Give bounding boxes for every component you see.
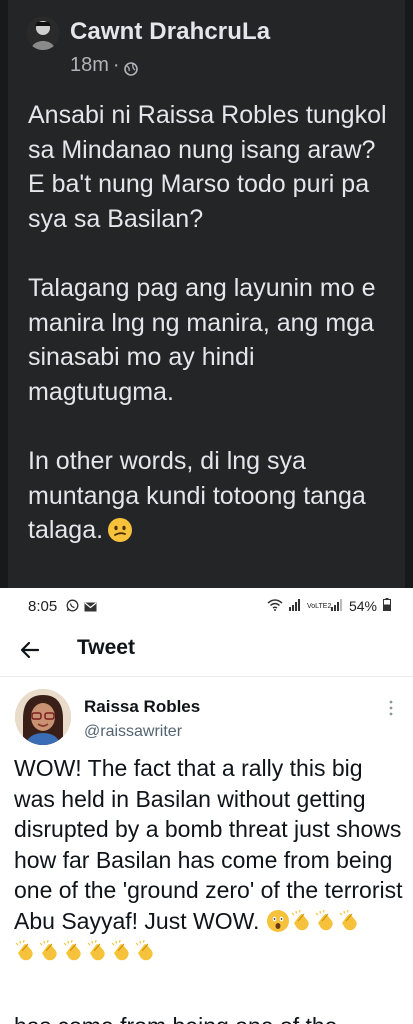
clapping-hands-icon [38, 939, 62, 963]
back-arrow-icon[interactable] [18, 638, 42, 662]
meta-separator: · [112, 54, 120, 76]
battery-level: 54% [348, 598, 377, 614]
clapping-hands-icon [110, 939, 134, 963]
tweet-text-content: WOW! The fact that a rally this big was … [14, 755, 403, 934]
tweet-text-overflow: has come from being one of the [14, 1011, 413, 1024]
facebook-post: Cawnt DrahcruLa 18m · Ansabi ni Raissa R… [0, 0, 413, 588]
page-title: Tweet [77, 636, 135, 659]
post-paragraph: In other words, di lng sya muntanga kund… [28, 444, 398, 548]
post-paragraph-text: In other words, di lng sya muntanga kund… [28, 446, 366, 545]
tweet-author-handle[interactable]: @raissawriter [84, 723, 182, 741]
globe-icon [123, 59, 138, 76]
clapping-hands-icon [290, 909, 314, 933]
whatsapp-icon [66, 599, 79, 617]
post-paragraph: Ansabi ni Raissa Robles tungkol sa Minda… [28, 101, 387, 233]
right-edge [405, 0, 413, 588]
author-name[interactable]: Cawnt DrahcruLa [70, 18, 270, 46]
mail-icon [84, 599, 97, 617]
clapping-hands-row [14, 936, 158, 967]
clapping-hands-icon [86, 939, 110, 963]
signal-icon [288, 598, 301, 614]
more-options-icon[interactable] [389, 699, 393, 717]
clapping-hands-icon [14, 939, 38, 963]
author-avatar[interactable] [26, 16, 60, 50]
tweet-author-name[interactable]: Raissa Robles [84, 697, 200, 717]
status-bar: 8:05 VoLTE2 54% [0, 588, 413, 624]
clapping-hands-icon [314, 909, 338, 933]
signal-icon-2 [330, 598, 343, 614]
confused-face-icon [107, 517, 133, 543]
avatar[interactable] [15, 689, 71, 745]
astonished-face-icon [266, 909, 290, 933]
volte-label: VoLTE2 [306, 602, 332, 610]
status-right-icons: VoLTE2 54% [267, 598, 391, 614]
clapping-hands-icon [134, 939, 158, 963]
post-meta: 18m · [70, 54, 138, 77]
clapping-hands-icon [62, 939, 86, 963]
left-edge [0, 0, 8, 588]
battery-icon [383, 598, 391, 614]
post-text: Ansabi ni Raissa Robles tungkol sa Minda… [28, 98, 398, 548]
post-paragraph: Talagang pag ang layunin mo e manira lng… [28, 273, 376, 406]
post-time[interactable]: 18m [70, 54, 109, 77]
tweet-header: Tweet [0, 624, 413, 677]
clapping-hands-icon [338, 909, 362, 933]
status-time: 8:05 [28, 598, 58, 615]
tweet-text: WOW! The fact that a rally this big was … [14, 753, 406, 967]
wifi-icon [267, 598, 283, 614]
tweet[interactable]: Raissa Robles @raissawriter WOW! The fac… [0, 677, 413, 1024]
status-left-icons [66, 599, 97, 617]
